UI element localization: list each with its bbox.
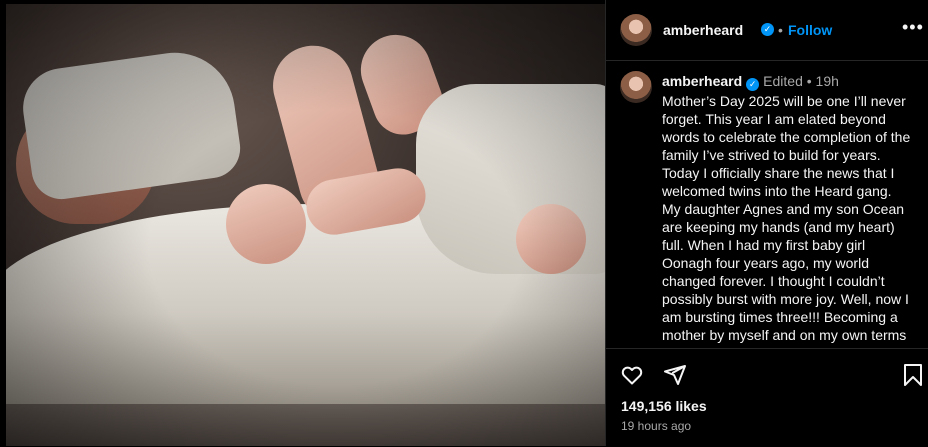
post-timestamp[interactable]: 19 hours ago [621, 419, 691, 433]
more-options-icon[interactable]: ••• [902, 17, 924, 38]
verified-badge-icon: ✓ [761, 23, 774, 36]
username-link[interactable]: amberheard [663, 22, 743, 38]
heart-icon[interactable] [620, 363, 644, 392]
bookmark-icon[interactable] [902, 363, 924, 392]
caption-meta: amberheard ✓ Edited • 19h [662, 73, 839, 91]
separator-dot: • [806, 73, 812, 89]
separator-dot: • [778, 22, 783, 38]
caption-time[interactable]: 19h [816, 73, 839, 89]
post-photo [6, 4, 605, 446]
caption-avatar[interactable] [620, 71, 652, 103]
edited-label: Edited [763, 73, 803, 89]
follow-button[interactable]: Follow [788, 22, 832, 38]
avatar[interactable] [620, 14, 652, 46]
post-sidebar: amberheard ✓ • Follow ••• amberheard ✓ Edi… [605, 0, 928, 446]
post-media[interactable] [0, 0, 605, 446]
paper-plane-icon[interactable] [663, 363, 687, 392]
caption-username-link[interactable]: amberheard [662, 73, 742, 89]
caption-area[interactable]: amberheard ✓ Edited • 19h Mother’s Day 202… [606, 61, 928, 348]
verified-badge-icon: ✓ [746, 78, 760, 91]
action-bar: 149,156 likes 19 hours ago [606, 348, 928, 447]
caption-text: Mother’s Day 2025 will be one I’ll never… [662, 93, 911, 348]
post-header: amberheard ✓ • Follow ••• [606, 0, 928, 61]
likes-count[interactable]: 149,156 likes [621, 398, 707, 414]
